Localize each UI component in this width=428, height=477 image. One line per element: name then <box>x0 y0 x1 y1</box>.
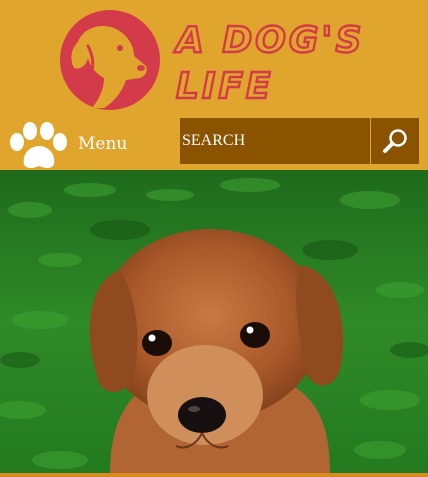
hero-image <box>0 170 428 473</box>
search-button[interactable] <box>371 118 419 164</box>
search-input[interactable] <box>180 118 370 164</box>
site-header: A DOG'S LIFE <box>0 0 428 116</box>
puppy-on-grass-photo <box>0 170 428 473</box>
dog-head-icon <box>60 10 160 110</box>
menu-button[interactable]: Menu <box>2 118 132 170</box>
bottom-divider <box>0 473 428 477</box>
logo-title-line2: LIFE <box>176 66 274 107</box>
magnifier-icon <box>383 129 407 153</box>
logo-title-line1: A DOG'S <box>173 20 364 61</box>
menu-label: Menu <box>78 134 128 154</box>
site-logo[interactable]: A DOG'S LIFE <box>0 0 428 116</box>
paw-icon <box>10 122 67 168</box>
nav-bar: Menu <box>0 116 428 170</box>
